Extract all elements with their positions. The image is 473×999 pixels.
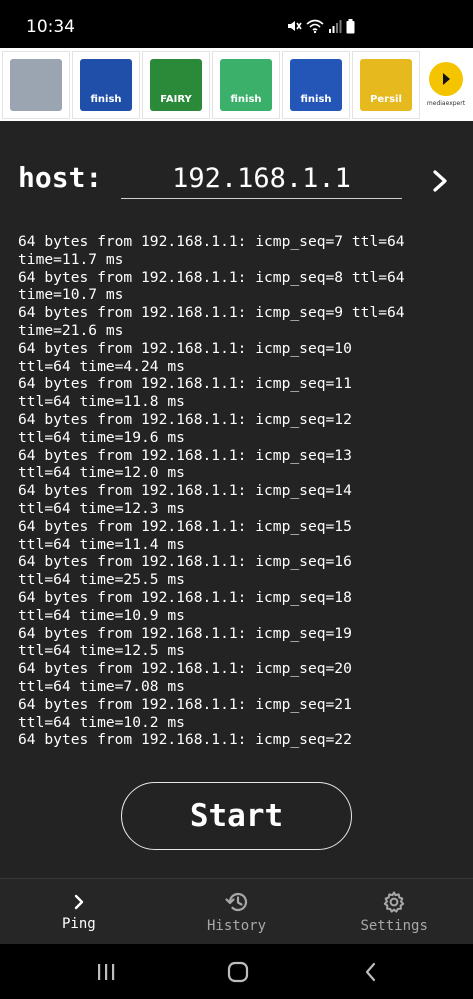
- output-line: 64 bytes from 192.168.1.1: icmp_seq=19: [18, 624, 352, 642]
- output-line: ttl=64 time=11.4 ms: [18, 535, 185, 553]
- product-image: FAIRY: [150, 58, 202, 111]
- output-line: 64 bytes from 192.168.1.1: icmp_seq=18: [18, 588, 352, 606]
- wifi-icon: [306, 19, 324, 34]
- output-line: 64 bytes from 192.168.1.1: icmp_seq=9 tt…: [18, 304, 405, 322]
- signal-icon: [329, 20, 342, 33]
- chevron-right-icon: [74, 894, 84, 909]
- output-line: time=11.7 ms: [18, 250, 124, 268]
- output-line: ttl=64 time=25.5 ms: [18, 571, 185, 589]
- ad-next-button[interactable]: mediaexpert: [424, 51, 468, 119]
- host-label: host:: [18, 161, 103, 194]
- product-image: [10, 58, 62, 111]
- nav-item-settings[interactable]: Settings: [315, 879, 473, 944]
- mute-icon: [288, 21, 302, 31]
- product-label: finish: [230, 93, 262, 105]
- output-line: 64 bytes from 192.168.1.1: icmp_seq=20: [18, 660, 352, 678]
- output-line: ttl=64 time=10.9 ms: [18, 606, 185, 624]
- recent-apps-icon: [98, 964, 115, 980]
- play-arrow-icon: [429, 62, 463, 96]
- output-line: 64 bytes from 192.168.1.1: icmp_seq=22: [18, 731, 352, 749]
- status-icons: [286, 18, 355, 34]
- output-line: 64 bytes from 192.168.1.1: icmp_seq=14: [18, 482, 352, 500]
- start-button[interactable]: Start: [121, 782, 352, 850]
- output-line: 64 bytes from 192.168.1.1: icmp_seq=16: [18, 553, 352, 571]
- go-button[interactable]: [426, 167, 454, 195]
- history-icon: [224, 892, 247, 911]
- product-image: Persil: [360, 58, 412, 111]
- product-label: finish: [300, 93, 332, 105]
- battery-icon: [346, 18, 355, 33]
- host-row: host:: [0, 157, 473, 205]
- output-line: 64 bytes from 192.168.1.1: icmp_seq=13: [18, 446, 352, 464]
- ad-brand: mediaexpert: [426, 100, 466, 107]
- gear-icon: [383, 891, 405, 913]
- output-line: 64 bytes from 192.168.1.1: icmp_seq=12: [18, 410, 352, 428]
- nav-label: Settings: [360, 917, 428, 934]
- ad-product-tile[interactable]: finish: [212, 50, 280, 119]
- output-line: ttl=64 time=11.8 ms: [18, 393, 185, 411]
- status-time: 10:34: [26, 17, 75, 37]
- output-line: ttl=64 time=12.5 ms: [18, 642, 185, 660]
- main-content: host: 64 bytes from 192.168.1.1: icmp_se…: [0, 121, 473, 878]
- nav-item-history[interactable]: History: [158, 879, 316, 944]
- product-image: finish: [290, 58, 342, 111]
- recent-apps-button[interactable]: [91, 960, 121, 984]
- output-line: ttl=64 time=10.2 ms: [18, 713, 185, 731]
- ad-product-tile[interactable]: finish: [282, 50, 350, 119]
- output-line: time=21.6 ms: [18, 321, 124, 339]
- ad-product-tile[interactable]: Persil: [352, 50, 420, 119]
- product-label: FAIRY: [160, 93, 192, 105]
- output-line: 64 bytes from 192.168.1.1: icmp_seq=11: [18, 375, 352, 393]
- back-icon: [365, 962, 376, 982]
- output-line: 64 bytes from 192.168.1.1: icmp_seq=8 tt…: [18, 268, 405, 286]
- output-line: ttl=64 time=7.08 ms: [18, 677, 185, 695]
- product-label: finish: [90, 93, 122, 105]
- status-bar: 10:34: [0, 0, 473, 48]
- ad-product-tile[interactable]: FAIRY: [142, 50, 210, 119]
- output-line: 64 bytes from 192.168.1.1: icmp_seq=21: [18, 695, 352, 713]
- output-line: ttl=64 time=12.3 ms: [18, 499, 185, 517]
- ping-output[interactable]: 64 bytes from 192.168.1.1: icmp_seq=7 tt…: [18, 233, 458, 755]
- output-line: ttl=64 time=4.24 ms: [18, 357, 185, 375]
- home-button[interactable]: [223, 960, 253, 984]
- system-nav: [0, 944, 473, 999]
- nav-item-ping[interactable]: Ping: [0, 879, 158, 944]
- output-line: 64 bytes from 192.168.1.1: icmp_seq=10: [18, 339, 352, 357]
- product-image: finish: [220, 58, 272, 111]
- product-image: finish: [80, 58, 132, 111]
- bottom-nav: Ping History Settings: [0, 878, 473, 944]
- nav-label: Ping: [61, 915, 96, 932]
- output-line: ttl=64 time=19.6 ms: [18, 428, 185, 446]
- ad-product-tile[interactable]: finish: [72, 50, 140, 119]
- ad-product-tile[interactable]: [2, 50, 70, 119]
- host-input[interactable]: [121, 159, 402, 199]
- output-line: 64 bytes from 192.168.1.1: icmp_seq=15: [18, 517, 352, 535]
- output-line: 64 bytes from 192.168.1.1: icmp_seq=7 tt…: [18, 233, 405, 250]
- output-line: time=10.7 ms: [18, 286, 124, 304]
- product-label: Persil: [370, 93, 402, 105]
- ad-banner[interactable]: finish FAIRY finish finish Persil mediaexpert: [0, 48, 473, 121]
- output-line: ttl=64 time=12.0 ms: [18, 464, 185, 482]
- home-icon: [227, 961, 249, 983]
- back-button[interactable]: [356, 960, 386, 984]
- nav-label: History: [207, 917, 267, 934]
- chevron-right-icon: [433, 170, 447, 192]
